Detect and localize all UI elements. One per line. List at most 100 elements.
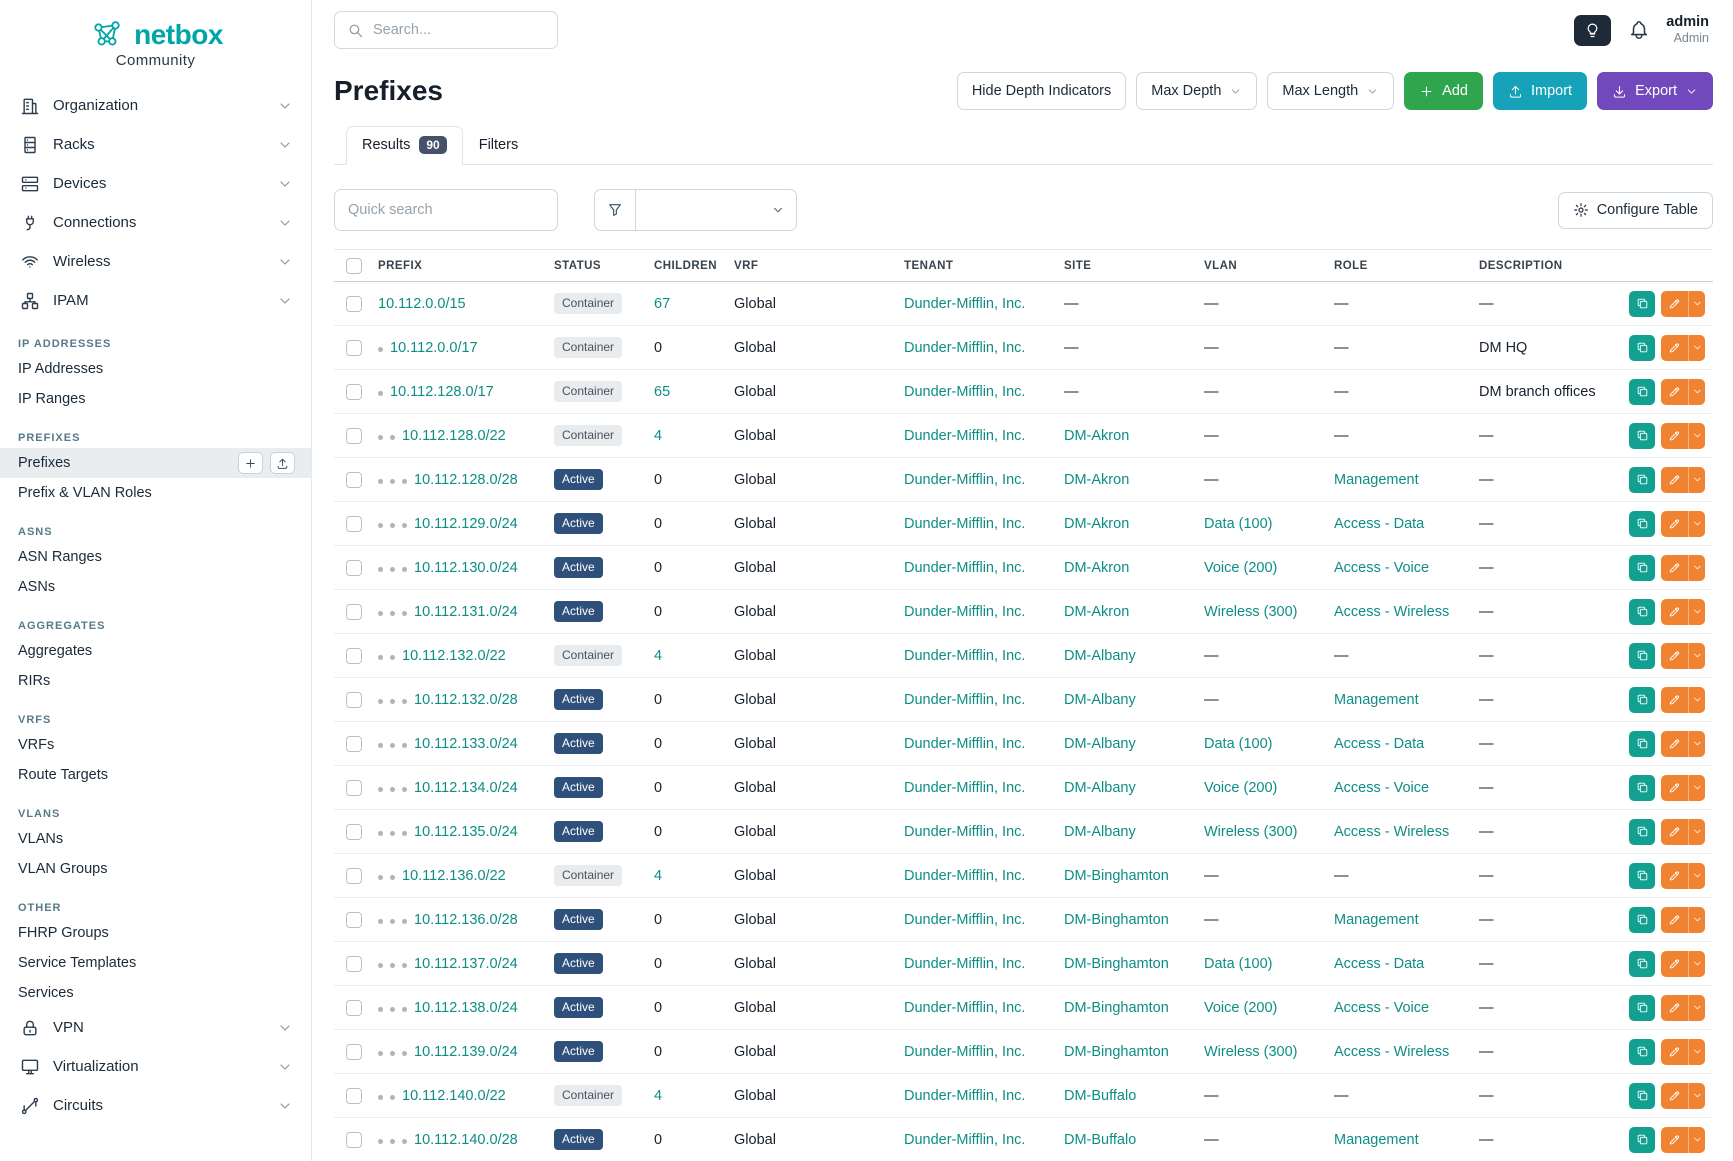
edit-dropdown-button[interactable] (1688, 511, 1705, 537)
role-link[interactable]: Access - Voice (1334, 1000, 1429, 1016)
tenant-link[interactable]: Dunder-Mifflin, Inc. (904, 780, 1025, 796)
column-header-status[interactable]: Status (546, 250, 646, 282)
site-link[interactable]: DM-Akron (1064, 604, 1129, 620)
saved-filter-select[interactable] (635, 189, 797, 231)
edit-button[interactable] (1661, 775, 1688, 801)
vlan-link[interactable]: Data (100) (1204, 516, 1273, 532)
role-link[interactable]: Access - Voice (1334, 560, 1429, 576)
prefix-link[interactable]: 10.112.0.0/15 (378, 296, 466, 312)
edit-dropdown-button[interactable] (1688, 687, 1705, 713)
prefix-link[interactable]: 10.112.0.0/17 (390, 340, 478, 356)
copy-button[interactable] (1629, 819, 1655, 845)
role-link[interactable]: Management (1334, 912, 1419, 928)
tenant-link[interactable]: Dunder-Mifflin, Inc. (904, 912, 1025, 928)
role-link[interactable]: Access - Wireless (1334, 824, 1449, 840)
column-header-tenant[interactable]: Tenant (896, 250, 1056, 282)
tenant-link[interactable]: Dunder-Mifflin, Inc. (904, 516, 1025, 532)
children-count-link[interactable]: 4 (654, 868, 662, 884)
prefix-link[interactable]: 10.112.128.0/17 (390, 384, 494, 400)
row-checkbox[interactable] (346, 384, 362, 400)
sidebar-item-virtualization[interactable]: Virtualization (0, 1047, 311, 1086)
sidebar-item-prefix-vlan-roles[interactable]: Prefix & VLAN Roles (0, 478, 311, 508)
vlan-link[interactable]: Data (100) (1204, 956, 1273, 972)
sidebar-item-devices[interactable]: Devices (0, 164, 311, 203)
role-link[interactable]: Access - Data (1334, 736, 1424, 752)
notifications-button[interactable] (1627, 19, 1650, 42)
sidebar-item-fhrp-groups[interactable]: FHRP Groups (0, 918, 311, 948)
row-checkbox[interactable] (346, 472, 362, 488)
role-link[interactable]: Access - Voice (1334, 780, 1429, 796)
theme-toggle-button[interactable] (1574, 15, 1611, 46)
row-checkbox[interactable] (346, 1044, 362, 1060)
copy-button[interactable] (1629, 599, 1655, 625)
copy-button[interactable] (1629, 775, 1655, 801)
column-header-description[interactable]: Description (1471, 250, 1621, 282)
tenant-link[interactable]: Dunder-Mifflin, Inc. (904, 560, 1025, 576)
copy-button[interactable] (1629, 1083, 1655, 1109)
prefix-link[interactable]: 10.112.136.0/22 (402, 868, 506, 884)
row-checkbox[interactable] (346, 912, 362, 928)
edit-button[interactable] (1661, 599, 1688, 625)
site-link[interactable]: DM-Buffalo (1064, 1088, 1136, 1104)
tab-filters[interactable]: Filters (463, 126, 534, 165)
import-button[interactable]: Import (1493, 72, 1587, 110)
prefix-link[interactable]: 10.112.139.0/24 (414, 1044, 518, 1060)
edit-button[interactable] (1661, 291, 1688, 317)
site-link[interactable]: DM-Binghamton (1064, 868, 1169, 884)
role-link[interactable]: Access - Wireless (1334, 1044, 1449, 1060)
copy-button[interactable] (1629, 995, 1655, 1021)
prefix-link[interactable]: 10.112.138.0/24 (414, 1000, 518, 1016)
children-count-link[interactable]: 4 (654, 428, 662, 444)
site-link[interactable]: DM-Binghamton (1064, 1044, 1169, 1060)
edit-button[interactable] (1661, 687, 1688, 713)
vlan-link[interactable]: Data (100) (1204, 736, 1273, 752)
column-header-vrf[interactable]: VRF (726, 250, 896, 282)
prefix-link[interactable]: 10.112.136.0/28 (414, 912, 518, 928)
quick-import-button[interactable] (270, 452, 295, 474)
prefix-link[interactable]: 10.112.137.0/24 (414, 956, 518, 972)
tenant-link[interactable]: Dunder-Mifflin, Inc. (904, 1132, 1025, 1148)
prefix-link[interactable]: 10.112.132.0/22 (402, 648, 506, 664)
edit-dropdown-button[interactable] (1688, 643, 1705, 669)
edit-button[interactable] (1661, 555, 1688, 581)
edit-dropdown-button[interactable] (1688, 423, 1705, 449)
tab-results[interactable]: Results 90 (346, 126, 463, 165)
prefix-link[interactable]: 10.112.140.0/22 (402, 1088, 506, 1104)
copy-button[interactable] (1629, 643, 1655, 669)
edit-dropdown-button[interactable] (1688, 467, 1705, 493)
row-checkbox[interactable] (346, 1132, 362, 1148)
tenant-link[interactable]: Dunder-Mifflin, Inc. (904, 1088, 1025, 1104)
children-count-link[interactable]: 4 (654, 648, 662, 664)
sidebar-item-prefixes[interactable]: Prefixes (0, 448, 311, 478)
sidebar-item-organization[interactable]: Organization (0, 86, 311, 125)
sidebar-item-services[interactable]: Services (0, 978, 311, 1008)
copy-button[interactable] (1629, 1127, 1655, 1153)
prefix-link[interactable]: 10.112.140.0/28 (414, 1132, 518, 1148)
role-link[interactable]: Management (1334, 472, 1419, 488)
edit-button[interactable] (1661, 863, 1688, 889)
copy-button[interactable] (1629, 379, 1655, 405)
sidebar-item-ip-ranges[interactable]: IP Ranges (0, 384, 311, 414)
tenant-link[interactable]: Dunder-Mifflin, Inc. (904, 824, 1025, 840)
max-length-dropdown[interactable]: Max Length (1267, 72, 1394, 110)
edit-button[interactable] (1661, 731, 1688, 757)
prefix-link[interactable]: 10.112.133.0/24 (414, 736, 518, 752)
column-header-children[interactable]: Children (646, 250, 726, 282)
vlan-link[interactable]: Voice (200) (1204, 560, 1277, 576)
row-checkbox[interactable] (346, 340, 362, 356)
row-checkbox[interactable] (346, 296, 362, 312)
filter-button[interactable] (594, 189, 635, 231)
site-link[interactable]: DM-Albany (1064, 736, 1136, 752)
vlan-link[interactable]: Wireless (300) (1204, 824, 1297, 840)
tenant-link[interactable]: Dunder-Mifflin, Inc. (904, 956, 1025, 972)
sidebar-item-vpn[interactable]: VPN (0, 1008, 311, 1047)
edit-button[interactable] (1661, 335, 1688, 361)
sidebar-item-connections[interactable]: Connections (0, 203, 311, 242)
sidebar-item-racks[interactable]: Racks (0, 125, 311, 164)
edit-dropdown-button[interactable] (1688, 291, 1705, 317)
vlan-link[interactable]: Wireless (300) (1204, 1044, 1297, 1060)
tenant-link[interactable]: Dunder-Mifflin, Inc. (904, 340, 1025, 356)
edit-button[interactable] (1661, 643, 1688, 669)
tenant-link[interactable]: Dunder-Mifflin, Inc. (904, 296, 1025, 312)
max-depth-dropdown[interactable]: Max Depth (1136, 72, 1257, 110)
